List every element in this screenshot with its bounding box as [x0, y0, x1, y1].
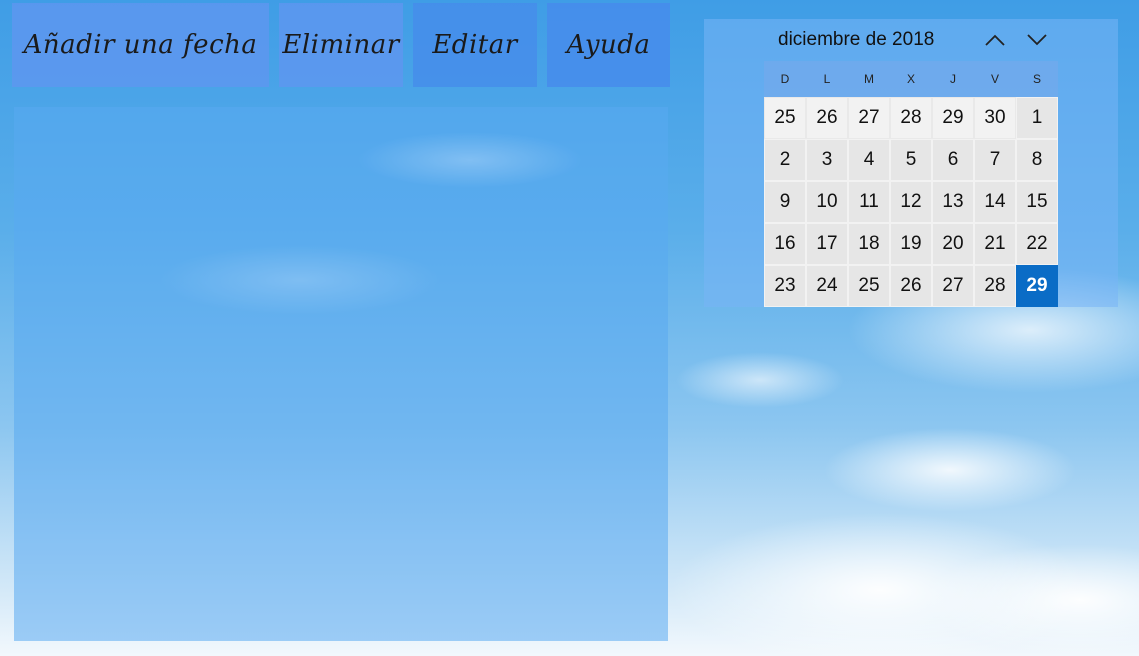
weekday-label: D [780, 72, 790, 86]
calendar-day[interactable]: 18 [848, 223, 890, 265]
calendar-day[interactable]: 22 [1016, 223, 1058, 265]
calendar-day[interactable]: 5 [890, 139, 932, 181]
calendar-day[interactable]: 2 [764, 139, 806, 181]
calendar-view: diciembre de 2018 DLMXJVS 25 26 27 28 29 30 1 2… [704, 19, 1118, 307]
calendar-day[interactable]: 15 [1016, 181, 1058, 223]
calendar-day[interactable]: 16 [764, 223, 806, 265]
calendar-day[interactable]: 1 [1016, 97, 1058, 139]
calendar-day[interactable]: 17 [806, 223, 848, 265]
calendar-day[interactable]: 23 [764, 265, 806, 307]
calendar-day[interactable]: 24 [806, 265, 848, 307]
calendar-day[interactable]: 11 [848, 181, 890, 223]
dates-list-panel[interactable] [14, 107, 668, 641]
chevron-up-icon[interactable] [981, 27, 1009, 53]
weekday-label: S [1032, 72, 1041, 86]
calendar-day[interactable]: 28 [890, 97, 932, 139]
calendar-days-grid: 25 26 27 28 29 30 1 2 3 4 5 6 7 8 9 10 11 12 13 14 15 16 17 18 1… [764, 97, 1058, 307]
help-button[interactable]: Ayuda [547, 3, 670, 87]
calendar-day[interactable]: 19 [890, 223, 932, 265]
calendar-day[interactable]: 29 [932, 97, 974, 139]
weekday-label: X [906, 72, 915, 86]
calendar-day[interactable]: 27 [932, 265, 974, 307]
calendar-day-today[interactable]: 29 [1016, 265, 1058, 307]
calendar-month-label[interactable]: diciembre de 2018 [778, 29, 934, 51]
weekday-label: J [950, 72, 956, 86]
calendar-day[interactable]: 13 [932, 181, 974, 223]
calendar-day[interactable]: 12 [890, 181, 932, 223]
calendar-day[interactable]: 26 [890, 265, 932, 307]
weekday-label: L [823, 72, 831, 86]
calendar-day[interactable]: 9 [764, 181, 806, 223]
calendar-header: diciembre de 2018 [764, 19, 1058, 61]
edit-button[interactable]: Editar [413, 3, 537, 87]
weekday-label: V [990, 72, 999, 86]
weekday-header-row: DLMXJVS [764, 61, 1058, 97]
calendar-day[interactable]: 14 [974, 181, 1016, 223]
calendar-day[interactable]: 25 [848, 265, 890, 307]
calendar-day[interactable]: 21 [974, 223, 1016, 265]
calendar-day[interactable]: 4 [848, 139, 890, 181]
calendar-day[interactable]: 28 [974, 265, 1016, 307]
calendar-day[interactable]: 26 [806, 97, 848, 139]
calendar-day[interactable]: 30 [974, 97, 1016, 139]
calendar-day[interactable]: 3 [806, 139, 848, 181]
calendar-day[interactable]: 27 [848, 97, 890, 139]
delete-button[interactable]: Eliminar [279, 3, 403, 87]
calendar-day[interactable]: 7 [974, 139, 1016, 181]
add-date-button[interactable]: Añadir una fecha [12, 3, 269, 87]
weekday-label: M [864, 72, 874, 86]
calendar-day[interactable]: 8 [1016, 139, 1058, 181]
calendar-day[interactable]: 25 [764, 97, 806, 139]
calendar-day[interactable]: 6 [932, 139, 974, 181]
calendar-day[interactable]: 10 [806, 181, 848, 223]
chevron-down-icon[interactable] [1023, 27, 1051, 53]
calendar-day[interactable]: 20 [932, 223, 974, 265]
